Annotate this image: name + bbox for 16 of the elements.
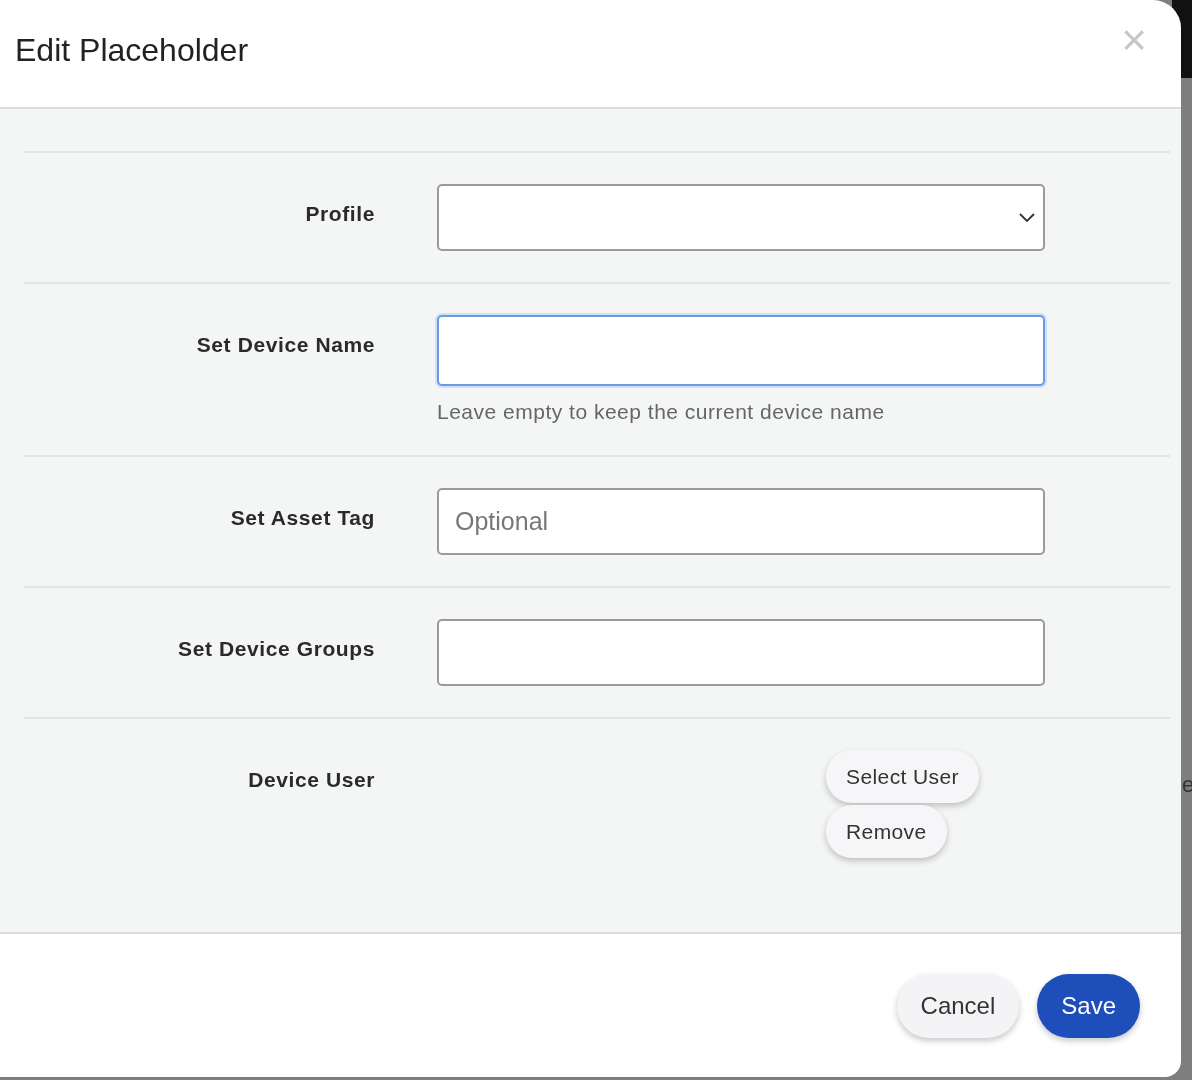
- field-label: Profile: [304, 201, 375, 227]
- chevron-down-icon: [1019, 213, 1035, 223]
- pill-button[interactable]: Select User: [826, 750, 979, 803]
- dialog-title: Edit Placeholder: [15, 32, 249, 69]
- field-label: Set Asset Tag: [229, 505, 375, 531]
- text-input-field[interactable]: [437, 315, 1045, 386]
- text-input-field[interactable]: [437, 619, 1045, 686]
- field-label: Device User: [247, 767, 375, 793]
- field-label: Set Device Name: [195, 332, 375, 358]
- text-input-field[interactable]: Optional: [437, 488, 1045, 555]
- pill-button[interactable]: Remove: [826, 805, 947, 858]
- field-label: Set Device Groups: [177, 636, 375, 662]
- field-hint: Leave empty to keep the current device name: [437, 400, 886, 424]
- select-field[interactable]: [437, 184, 1045, 251]
- cancel-button[interactable]: Cancel: [896, 973, 1020, 1038]
- save-button[interactable]: Save: [1037, 973, 1140, 1038]
